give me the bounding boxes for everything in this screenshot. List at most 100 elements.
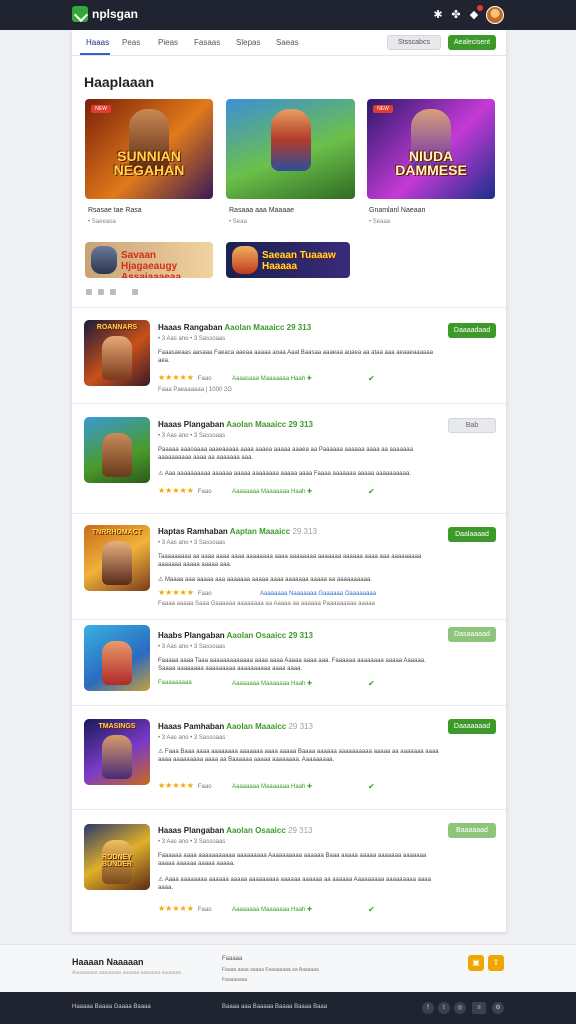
top-bar: nplsgan ✱ ✤ ◆ (0, 0, 576, 30)
social-icon-1[interactable]: f (422, 1002, 434, 1014)
game-meta: • 3 Aas ano • 3 Sassoaas (158, 644, 226, 650)
game-description: Taaaaaaaaa aa aaaa aaaa aaaa aaaaaaaa aa… (158, 554, 422, 568)
rating-count: Faao (197, 376, 212, 382)
stars: ★★★★★ (158, 588, 194, 597)
game-tags[interactable]: Aaaaaaaa Maaaaaaa Haah ✚ (232, 906, 312, 913)
game-description: Faaaaaa aaaa aaaaaaaaaaa aaaaaaaaa Aaaaa… (158, 853, 427, 867)
tab-3[interactable]: Pieas (158, 38, 178, 47)
divider (72, 403, 506, 404)
download-button[interactable]: Daaaadaad (448, 323, 496, 338)
social-icon-3[interactable]: ◎ (454, 1002, 466, 1014)
avatar[interactable] (486, 6, 504, 24)
download-button[interactable]: Baaaaaad (448, 823, 496, 838)
tab-5[interactable]: Slepas (236, 38, 260, 47)
game-thumbnail[interactable]: ROANNARS (84, 320, 150, 386)
game-thumbnail[interactable]: RODNEY BUNDER (84, 824, 150, 890)
bottom-links-middle[interactable]: Baaaa aaa Baaaaa Baaaa Baaaa Baaa (222, 1004, 327, 1010)
puzzle-icon[interactable]: ✤ (450, 9, 462, 21)
primary-button[interactable]: Aealecisent (448, 35, 496, 50)
tab-home[interactable]: Haaas (86, 38, 109, 47)
logo[interactable]: nplsgan (72, 6, 138, 22)
carousel-dot[interactable] (98, 289, 104, 295)
featured-caption[interactable]: Gnamlanl Naeaan (369, 207, 425, 214)
game-title[interactable]: Haabs Plangaban Aaolan Osaaicc 29 313 (158, 631, 313, 640)
check-icon: ✔ (368, 782, 375, 791)
language-icon[interactable]: ≡ (472, 1002, 486, 1014)
tab-6[interactable]: Saeas (276, 38, 299, 47)
featured-sub: • Seaa (229, 219, 247, 225)
game-thumbnail[interactable] (84, 417, 150, 483)
promo-banner-1[interactable]: Savaan Hjagaeaugy Assaiaaaeaa (85, 242, 213, 278)
thumbnail-title: TNRRHOMACT (91, 529, 143, 536)
game-category[interactable]: Faaaaaaaaa (158, 680, 192, 686)
divider (72, 307, 506, 308)
game-count: 29 313 (286, 323, 312, 332)
tab-bar: Haaas Peas Pieas Fasaas Slepas Saeas Sts… (72, 30, 506, 56)
game-thumbnail[interactable] (84, 625, 150, 691)
notification-icon[interactable]: ◆ (468, 5, 483, 21)
game-tags[interactable]: Aaaaaaaa Naaaaaaa Gaaaaaa Oaaaaaaaa (260, 591, 376, 597)
game-tags[interactable]: Aaaaaaaa Maaaaaaa Haah ✚ (232, 680, 312, 687)
installed-button[interactable]: Bab (448, 418, 496, 433)
download-button[interactable]: Daaaaaaad (448, 719, 496, 734)
stars: ★★★★★ (158, 373, 194, 382)
game-count: 29 313 (292, 527, 317, 536)
download-button[interactable]: Dasaaaaad (448, 627, 496, 642)
game-description: Faaasaeaas aasaaa Faeaca aaeaa aaaaa aoa… (158, 350, 433, 364)
game-title[interactable]: Haaas Pamhaban Aaolan Maaaicc 29 313 (158, 722, 313, 731)
featured-caption[interactable]: Rsasae tae Rasa (88, 207, 142, 214)
rating-stars: ★★★★★ Faao (158, 373, 212, 382)
featured-caption[interactable]: Rasaaa aaa Maaaae (229, 207, 294, 214)
game-tags[interactable]: Aaaaaaaa Maaaaaaa Haah ✚ (232, 783, 312, 790)
rating-count: Faao (197, 489, 212, 495)
footer-link[interactable]: Faaaaaaaa (222, 977, 247, 983)
featured-tile-3[interactable]: NEW NIUDA DAMMESE (367, 99, 495, 199)
banner-title: Saeaan Tuaaaw Haaaaa (262, 250, 336, 272)
promo-banner-2[interactable]: Saeaan Tuaaaw Haaaaa (226, 242, 350, 278)
game-title[interactable]: Haaas Rangaban Aaolan Maaaicc 29 313 (158, 323, 311, 332)
game-name: Haaas Rangaban (158, 323, 223, 332)
game-publisher: Aaptan Maaaicc (229, 527, 291, 536)
settings-icon[interactable]: ✱ (432, 9, 444, 21)
settings-icon[interactable]: ⚙ (492, 1002, 504, 1014)
game-title[interactable]: Haaas Plangaban Aaolan Maaaicc 29 313 (158, 420, 313, 429)
game-art (102, 541, 132, 585)
carousel-dot[interactable] (110, 289, 116, 295)
social-icon-2[interactable]: t (438, 1002, 450, 1014)
top-icons: ✱ ✤ ◆ (432, 5, 504, 24)
game-tags[interactable]: Aaaaaaaa Maaaaaaa Haah ✚ (232, 488, 312, 495)
featured-tile-1[interactable]: NEW SUNNIAN NEGAHAN (85, 99, 213, 199)
featured-sub: • Seaaa (369, 219, 391, 225)
tab-2[interactable]: Peas (122, 38, 140, 47)
check-icon: ✔ (368, 679, 375, 688)
stars: ★★★★★ (158, 486, 194, 495)
game-art (102, 735, 132, 779)
banner-character (232, 246, 258, 274)
store-icon[interactable]: ▣ (468, 955, 484, 971)
bottom-links-left[interactable]: Haaaaa Baaaa Gaaaa Baaaa (72, 1004, 151, 1010)
rating-stars: ★★★★★ Faao (158, 588, 212, 597)
game-title[interactable]: Haaas Plangaban Aaolan Osaaicc 29 313 (158, 826, 312, 835)
featured-tile-2[interactable] (226, 99, 355, 199)
divider (72, 619, 506, 620)
carousel-dot[interactable] (132, 289, 138, 295)
game-thumbnail[interactable]: TNRRHOMACT (84, 525, 150, 591)
game-tags[interactable]: Aaaasaaa Maaaaaaa Haah ✚ (232, 375, 312, 382)
game-meta: • 3 Aas ano • 3 Sassoaas (158, 433, 226, 439)
featured-art-title: NIUDA DAMMESE (395, 148, 467, 178)
carousel-dot[interactable] (86, 289, 92, 295)
tab-4[interactable]: Fasaas (194, 38, 220, 47)
footer-column-heading: Faaaaa (222, 956, 243, 962)
game-description: Paaaaa aaaoaaaa aaaeaaaaa aaaa aaaea aaa… (158, 447, 413, 461)
subscribe-button[interactable]: Stsscabcs (387, 35, 441, 50)
game-art (102, 641, 132, 685)
game-title[interactable]: Haptas Ramhaban Aaptan Maaaicc 29 313 (158, 527, 317, 536)
share-icon[interactable]: ⇪ (488, 955, 504, 971)
game-count: 29 313 (288, 722, 313, 731)
game-meta: • 3 Aas ano • 3 Sassoaas (158, 735, 226, 741)
banner-character (91, 246, 117, 274)
stars: ★★★★★ (158, 904, 194, 913)
download-button[interactable]: Daalaaaad (448, 527, 496, 542)
footer-link[interactable]: Faaaa aaaa aaaaa Faaaaaaaa aa Aaaaaaa (222, 967, 319, 973)
game-thumbnail[interactable]: TMASINGS (84, 719, 150, 785)
